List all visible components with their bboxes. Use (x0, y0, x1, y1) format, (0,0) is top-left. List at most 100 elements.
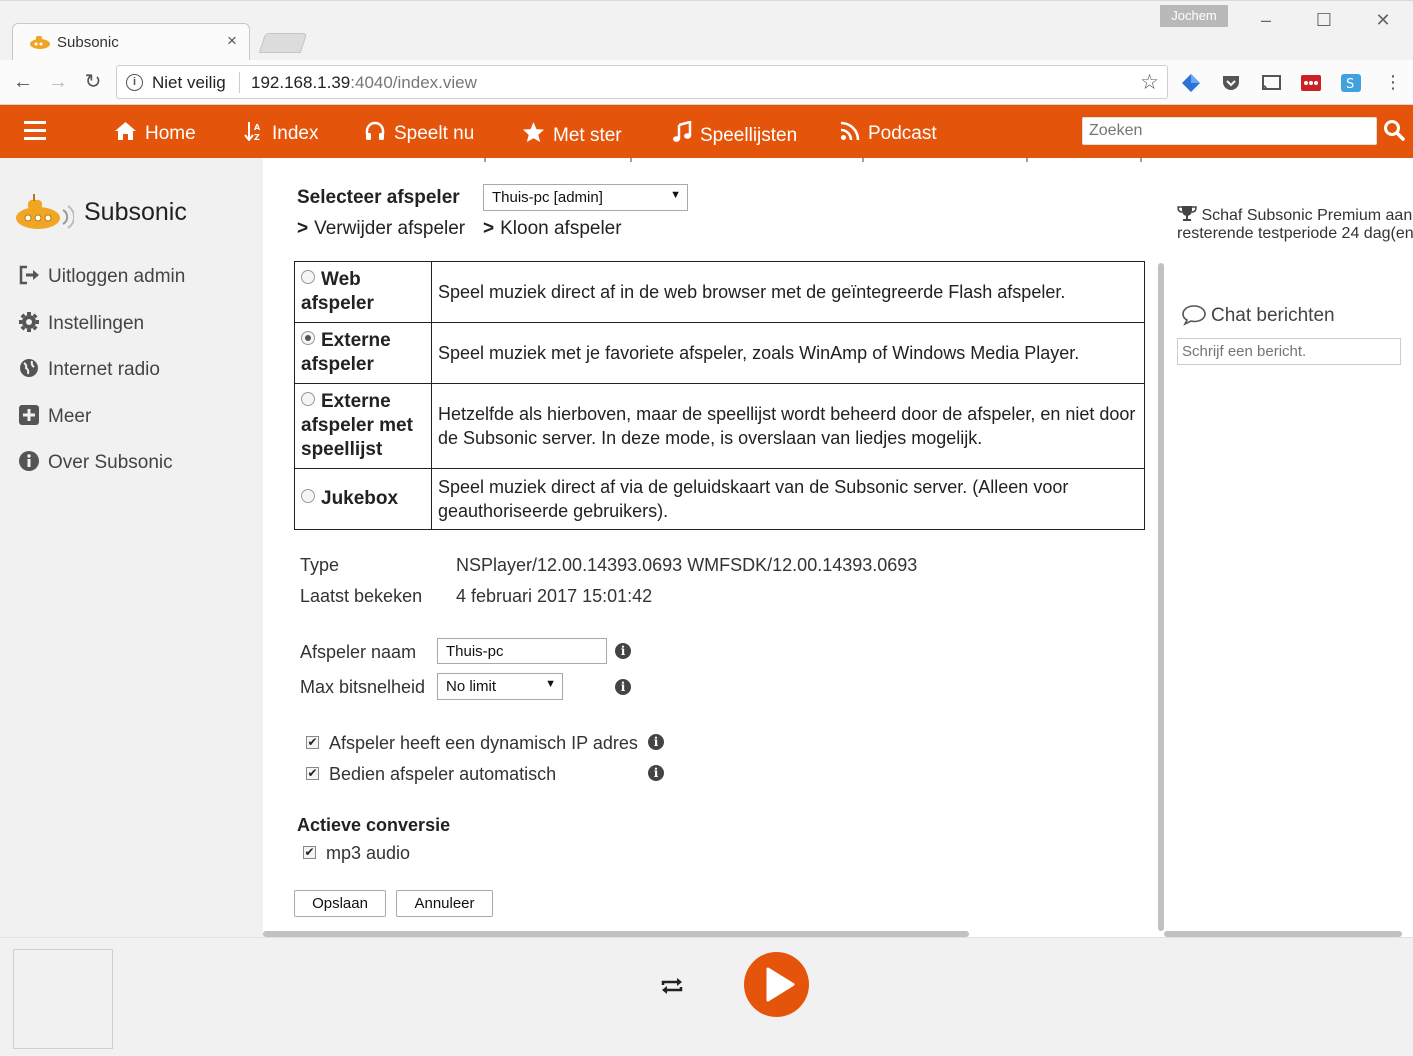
url-text[interactable]: 192.168.1.39:4040/index.view (251, 73, 477, 93)
tab-title: Subsonic (57, 34, 119, 51)
max-bitrate-label: Max bitsnelheid (300, 677, 426, 697)
new-tab-button[interactable] (258, 33, 308, 53)
sidebar-item-more-label: Meer (48, 406, 92, 427)
skype-icon[interactable]: S (1340, 72, 1362, 94)
sidebar-app-name[interactable]: Subsonic (84, 198, 187, 227)
forward-icon[interactable]: → (45, 70, 71, 96)
sidebar-item-internet-radio[interactable]: Internet radio (18, 357, 160, 383)
info-icon[interactable]: i (615, 643, 631, 659)
sort-az-icon: AZ (244, 122, 261, 141)
player-option-external-playlist[interactable]: Externe afspeler met speellijst (294, 383, 432, 469)
site-info-icon[interactable]: i (126, 74, 143, 91)
chevron-down-icon: ▼ (670, 189, 681, 201)
search-icon[interactable] (1383, 119, 1405, 141)
radio-external-playlist-player[interactable] (301, 392, 315, 406)
globe-icon (20, 359, 38, 377)
chevron-right-icon: > (297, 218, 309, 239)
premium-line2: resterende testperiode 24 dag(en (1177, 225, 1413, 242)
chat-message-input[interactable] (1177, 338, 1401, 365)
player-option-external[interactable]: Externe afspeler (294, 322, 432, 384)
player-option-label: Externe afspeler met speellijst (301, 391, 413, 460)
reload-icon[interactable]: ↻ (80, 70, 106, 96)
radio-web-player[interactable] (301, 270, 315, 284)
browser-tab[interactable]: Subsonic × (12, 23, 250, 61)
clone-player-link[interactable]: > Kloon afspeler (483, 218, 622, 240)
bookmark-star-icon[interactable]: ☆ (1140, 70, 1159, 95)
close-window-icon[interactable]: ✕ (1371, 9, 1395, 31)
rss-icon (840, 121, 860, 141)
sidebar-item-more[interactable]: Meer (18, 404, 91, 430)
sidebar-item-logout-label: Uitloggen admin (48, 266, 186, 287)
cancel-button[interactable]: Annuleer (396, 890, 493, 917)
search-input[interactable] (1082, 117, 1377, 145)
info-icon[interactable]: i (648, 765, 664, 781)
player-option-jukebox[interactable]: Jukebox (294, 468, 432, 530)
max-bitrate-select[interactable]: No limit ▼ (437, 673, 563, 700)
nav-podcast[interactable]: Podcast (840, 121, 937, 145)
info-circle-icon (19, 451, 39, 471)
player-option-label: Jukebox (321, 488, 399, 509)
album-cover[interactable] (13, 949, 113, 1049)
chevron-right-icon: > (483, 218, 495, 239)
sidebar-item-about[interactable]: Over Subsonic (18, 450, 173, 476)
play-button[interactable] (744, 952, 809, 1017)
nav-playlists[interactable]: Speellijsten (672, 121, 797, 147)
url-path: :4040/index.view (350, 73, 477, 92)
clone-player-link-label: Kloon afspeler (500, 218, 622, 239)
info-icon[interactable]: i (615, 679, 631, 695)
save-button[interactable]: Opslaan (294, 890, 386, 917)
back-icon[interactable]: ← (10, 70, 36, 96)
extension-blue-icon[interactable] (1180, 72, 1202, 94)
premium-notice[interactable]: Schaf Subsonic Premium aan resterende te… (1177, 205, 1413, 243)
table-row: Externe afspeler met speellijst Hetzelfd… (294, 383, 1145, 469)
mp3-checkbox[interactable]: ✔ (303, 846, 316, 859)
active-conversion-title: Actieve conversie (297, 815, 451, 835)
nav-index[interactable]: A Z Index (244, 121, 318, 145)
dynamic-ip-checkbox[interactable]: ✔ (306, 736, 319, 749)
sidebar-item-settings-label: Instellingen (48, 313, 145, 334)
star-icon (522, 121, 545, 143)
player-option-description: Speel muziek direct af in de web browser… (431, 261, 1145, 323)
chat-title: Chat berichten (1181, 304, 1335, 327)
svg-text:S: S (1346, 77, 1354, 92)
lastpass-icon[interactable] (1300, 72, 1322, 94)
home-icon (115, 122, 136, 140)
hamburger-menu-icon[interactable] (24, 121, 46, 141)
browser-menu-icon[interactable]: ⋮ (1380, 70, 1406, 96)
info-icon[interactable]: i (648, 734, 664, 750)
nav-now-playing[interactable]: Speelt nu (364, 121, 474, 145)
headphones-icon (365, 121, 385, 140)
address-bar[interactable]: i Niet veilig 192.168.1.39:4040/index.vi… (116, 65, 1168, 99)
tab-close-icon[interactable]: × (223, 31, 241, 51)
subsonic-logo-icon[interactable] (14, 192, 74, 232)
table-row: Jukebox Speel muziek direct af via de ge… (294, 468, 1145, 530)
cast-icon[interactable] (1260, 72, 1282, 94)
browser-user-badge[interactable]: Jochem (1160, 5, 1228, 27)
radio-external-player[interactable] (301, 331, 315, 345)
dynamic-ip-label: Afspeler heeft een dynamisch IP adres (329, 733, 638, 753)
nav-now-playing-label: Speelt nu (394, 123, 475, 144)
radio-jukebox[interactable] (301, 489, 315, 503)
player-option-description: Speel muziek met je favoriete afspeler, … (431, 322, 1145, 384)
player-bar (0, 937, 1413, 1056)
minimize-icon[interactable]: – (1254, 9, 1278, 31)
maximize-icon[interactable]: ☐ (1312, 9, 1336, 31)
sidebar-item-settings[interactable]: Instellingen (18, 311, 144, 337)
player-name-input[interactable] (437, 638, 607, 664)
play-icon (766, 967, 795, 1002)
remove-player-link[interactable]: > Verwijder afspeler (297, 218, 465, 240)
pocket-icon[interactable] (1220, 72, 1242, 94)
security-label: Niet veilig (152, 73, 226, 92)
repeat-icon[interactable] (660, 974, 684, 998)
auto-control-checkbox[interactable]: ✔ (306, 767, 319, 780)
sidebar-item-logout[interactable]: Uitloggen admin (18, 264, 185, 290)
player-select[interactable]: Thuis-pc [admin] ▼ (483, 184, 688, 211)
music-note-icon (673, 121, 692, 142)
player-option-web[interactable]: Web afspeler (294, 261, 432, 323)
subsonic-top-nav: Home A Z Index Speelt nu Met ster Speellij… (0, 105, 1413, 158)
nav-starred[interactable]: Met ster (522, 121, 622, 147)
player-option-description: Hetzelfde als hierboven, maar de speelli… (431, 383, 1145, 469)
player-name-label: Afspeler naam (300, 642, 417, 662)
nav-home[interactable]: Home (114, 121, 196, 145)
table-row: Externe afspeler Speel muziek met je fav… (294, 322, 1145, 384)
